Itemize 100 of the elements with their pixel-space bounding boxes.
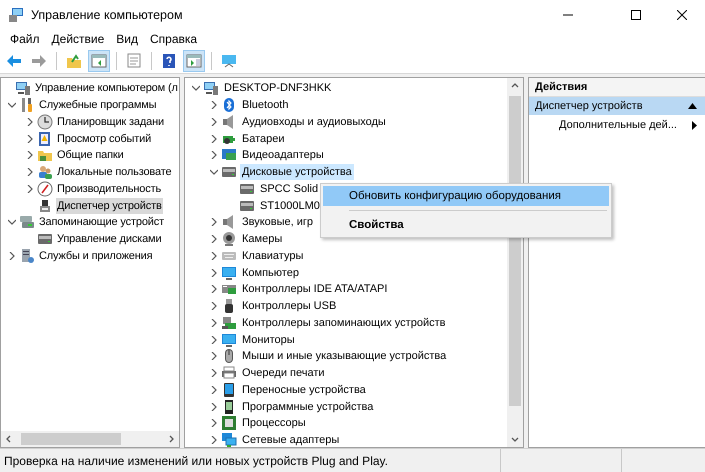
toolbar-button[interactable] xyxy=(88,50,110,72)
menu-item[interactable]: Обновить конфигурацию оборудования xyxy=(323,186,609,206)
chevron-icon[interactable] xyxy=(210,285,218,294)
bluetooth-icon xyxy=(221,97,237,114)
horizontal-scrollbar[interactable] xyxy=(1,431,179,447)
tree-item[interactable]: Локальные пользовате xyxy=(56,164,172,180)
tree-item[interactable]: Запоминающие устройст xyxy=(38,214,166,230)
minimize-icon xyxy=(563,14,573,16)
chevron-icon[interactable] xyxy=(210,218,218,226)
chevron-icon[interactable] xyxy=(210,318,218,327)
chevron-icon[interactable] xyxy=(210,402,218,411)
monitor-icon xyxy=(221,264,237,281)
chevron-icon[interactable] xyxy=(8,218,16,226)
chevron-icon[interactable] xyxy=(210,268,218,277)
computer-icon xyxy=(15,80,31,96)
chevron-icon[interactable] xyxy=(210,118,218,126)
menu-item[interactable]: Файл xyxy=(4,32,46,46)
network-icon xyxy=(221,432,237,447)
gauge-icon xyxy=(37,180,53,197)
chevron-icon[interactable] xyxy=(210,101,218,110)
tree-item[interactable]: Управление компьютером (л xyxy=(34,80,179,96)
tree-item[interactable]: Дисковые устройства xyxy=(240,164,354,180)
chevron-icon[interactable] xyxy=(210,252,218,260)
toolbar-button[interactable] xyxy=(183,50,205,72)
collapse-arrow-icon[interactable] xyxy=(688,103,697,109)
tree-item[interactable]: Аудиовходы и аудиовыходы xyxy=(240,114,388,130)
chevron-icon[interactable] xyxy=(210,436,218,444)
chevron-icon[interactable] xyxy=(210,419,218,428)
tree-item[interactable]: Очереди печати xyxy=(240,365,327,382)
tree-item[interactable]: Программные устройства xyxy=(240,398,376,415)
scroll-down-icon[interactable] xyxy=(511,435,519,443)
tree-item[interactable]: Мыши и иные указывающие устройства xyxy=(240,348,448,364)
menu-item[interactable]: Справка xyxy=(144,32,204,46)
tree-item[interactable]: Служебные программы xyxy=(38,97,158,114)
chevron-icon[interactable] xyxy=(210,352,218,360)
chevron-icon[interactable] xyxy=(26,168,34,176)
scroll-right-icon[interactable] xyxy=(167,435,175,443)
tools-icon xyxy=(19,97,35,114)
tree-item[interactable]: Видеоадаптеры xyxy=(240,147,326,164)
tablet-icon xyxy=(221,382,237,398)
tree-item[interactable]: Управление дисками xyxy=(56,231,162,248)
chevron-icon[interactable] xyxy=(210,151,218,160)
tree-item[interactable]: Диспетчер устройств xyxy=(56,198,163,214)
tree-item[interactable]: Процессоры xyxy=(240,415,308,432)
chevron-icon[interactable] xyxy=(210,386,218,394)
tree-item[interactable]: Общие папки xyxy=(56,147,125,164)
tree-item[interactable]: Службы и приложения xyxy=(38,248,154,264)
tree-item[interactable]: Сетевые адаптеры xyxy=(240,432,342,447)
chevron-icon[interactable] xyxy=(210,336,218,344)
chevron-icon[interactable] xyxy=(192,84,200,92)
actions-header: Действия xyxy=(529,78,705,97)
tree-item[interactable]: Переносные устройства xyxy=(240,382,368,398)
status-text: Проверка на наличие изменений или новых устройств Plug and Play. xyxy=(3,454,389,468)
action-pane-icon xyxy=(186,52,202,68)
chevron-icon[interactable] xyxy=(26,184,34,193)
chevron-icon[interactable] xyxy=(210,369,218,378)
close-icon xyxy=(677,10,687,20)
chevron-icon[interactable] xyxy=(210,168,218,176)
tree-item[interactable]: Контроллеры USB xyxy=(240,298,338,314)
tree-item[interactable]: Батареи xyxy=(240,130,287,147)
action-link[interactable]: Дополнительные дей... xyxy=(559,119,692,131)
chevron-icon[interactable] xyxy=(26,118,34,126)
tree-item[interactable]: SPCC Solid xyxy=(258,180,320,197)
app-icon xyxy=(8,7,24,23)
device-icon xyxy=(37,198,53,214)
tree-item[interactable]: Компьютер xyxy=(240,264,301,281)
scroll-left-icon[interactable] xyxy=(5,435,13,443)
tree-item[interactable]: DESKTOP-DNF3HKK xyxy=(222,80,334,96)
menu-item[interactable]: Свойства xyxy=(323,215,609,235)
tree-item[interactable]: ST1000LM0 xyxy=(258,198,322,214)
chevron-icon[interactable] xyxy=(26,151,34,160)
tree-item[interactable]: Мониторы xyxy=(240,332,297,348)
menu-item[interactable]: Действие xyxy=(46,32,110,46)
menu-item[interactable]: Вид xyxy=(110,32,144,46)
processor-icon xyxy=(221,415,237,432)
chevron-icon[interactable] xyxy=(210,302,218,310)
tree-item[interactable]: Контроллеры IDE ATA/ATAPI xyxy=(240,281,390,298)
controller-icon xyxy=(221,314,237,331)
tree-item[interactable]: Bluetooth xyxy=(240,97,290,114)
forward-arrow-icon xyxy=(31,52,47,68)
window-title: Управление компьютером xyxy=(31,8,183,22)
webcam-icon xyxy=(221,231,237,248)
scroll-up-icon[interactable] xyxy=(511,82,519,90)
chevron-icon[interactable] xyxy=(210,235,218,244)
tree-item[interactable]: Звуковые, игр xyxy=(240,214,316,230)
tree-item[interactable]: Камеры xyxy=(240,231,284,248)
tree-item[interactable]: Производительность xyxy=(56,180,162,197)
tree-item[interactable]: Клавиатуры xyxy=(240,248,306,264)
chevron-icon[interactable] xyxy=(8,101,16,110)
tree-item[interactable]: Контроллеры запоминающих устройств xyxy=(240,314,448,331)
tree-item[interactable]: Просмотр событий xyxy=(56,130,152,147)
chevron-icon[interactable] xyxy=(26,134,34,143)
tree-item[interactable]: Планировщик задани xyxy=(56,114,166,130)
monitor-icon xyxy=(221,52,237,68)
actions-section-header[interactable]: Диспетчер устройств xyxy=(529,97,705,115)
help-icon xyxy=(161,52,177,68)
tree-panel-icon xyxy=(91,52,107,68)
chevron-icon[interactable] xyxy=(8,252,16,260)
scrollbar-thumb[interactable] xyxy=(21,433,121,445)
chevron-icon[interactable] xyxy=(210,134,218,143)
